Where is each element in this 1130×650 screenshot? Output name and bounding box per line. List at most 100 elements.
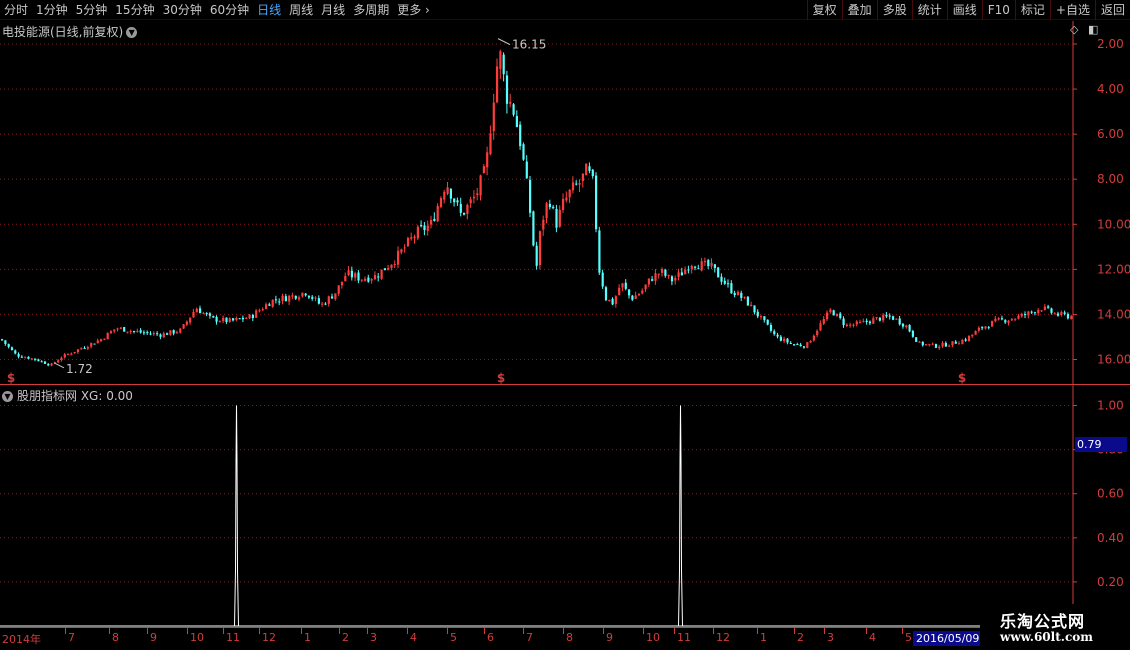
candle-body [987,327,990,329]
candle-body [618,287,621,296]
chevron-down-icon[interactable]: ▼ [2,391,13,402]
candle-body [717,267,720,278]
candle-body [360,279,363,281]
tool-button-5[interactable]: F10 [981,0,1015,20]
chevron-down-icon[interactable]: ▼ [126,27,138,38]
candle-body [123,327,126,332]
candle-body [568,189,571,198]
candle-body [76,349,80,353]
tool-button-3[interactable]: 统计 [911,0,947,20]
tool-button-8[interactable]: 返回 [1094,0,1130,20]
period-tab-5[interactable]: 60分钟 [206,0,253,20]
buy-signal-marker: $ [958,371,966,385]
candle-body [1007,320,1010,323]
candle-body [255,310,258,318]
candle-body [96,340,99,344]
date-tick-mark [603,628,604,634]
buy-signal-marker: $ [497,371,505,385]
candle-body [57,360,60,363]
candle-body [948,345,951,347]
candle-body [835,313,839,317]
date-tick-label: 10 [190,631,204,644]
period-tab-3[interactable]: 15分钟 [111,0,158,20]
candle-body [522,144,525,160]
candle-body [449,188,452,199]
candle-body [562,198,565,210]
candle-body [20,356,23,358]
candle-body [611,298,614,305]
more-menu-button[interactable]: 更多 › [393,0,434,20]
tool-button-2[interactable]: 多股 [876,0,912,20]
period-tab-2[interactable]: 5分钟 [72,0,112,20]
candle-body [436,205,439,222]
candle-body [496,66,499,103]
candle-body [997,318,1000,320]
date-tick-label: 8 [566,631,573,644]
candle-body [545,203,548,219]
candle-body [954,341,957,344]
date-tick-mark [674,628,675,634]
period-tabs: 分时 1分钟 5分钟 15分钟 30分钟 60分钟 日线 周线 月线 多周期 更多 › [0,0,434,20]
candle-body [697,268,700,270]
candle-body [872,318,875,324]
tool-button-1[interactable]: 叠加 [841,0,877,20]
candle-body [614,296,617,304]
indicator-spike [678,405,683,627]
candle-body [403,247,406,249]
candle-body [284,296,287,302]
price-tick-label: 8.00 [1097,172,1124,186]
candle-body [934,343,938,348]
candle-body [133,331,136,333]
date-tick-mark [65,628,66,634]
panel-toggle-icon[interactable]: ◧ [1088,23,1098,36]
candle-body [575,183,578,185]
candle-body [169,330,172,335]
candle-body [334,293,337,300]
candle-body [925,344,928,346]
period-tab-6[interactable]: 日线 [253,0,285,20]
candle-body [17,354,20,357]
date-tick-label: 3 [827,631,834,644]
period-tab-8[interactable]: 月线 [317,0,349,20]
date-tick-label: 5 [905,631,912,644]
candle-body [251,314,254,319]
date-tick-label: 3 [370,631,377,644]
tool-button-7[interactable]: +自选 [1049,0,1095,20]
period-tab-9[interactable]: 多周期 [349,0,393,20]
candle-body [601,272,604,287]
candle-body [901,323,905,327]
candle-body [608,299,611,301]
date-tick-label: 12 [716,631,730,644]
candle-body [1063,312,1066,314]
period-tab-0[interactable]: 分时 [0,0,32,20]
candle-body [535,245,538,266]
candle-body [357,272,360,281]
candle-body [100,339,103,342]
candle-body [337,285,340,294]
diamond-icon[interactable]: ◇ [1070,23,1078,36]
indicator-axis: 1.000.800.600.400.20 [1073,399,1124,589]
candle-body [446,187,449,194]
chart-frame [0,21,1130,630]
tool-button-0[interactable]: 复权 [806,0,842,20]
candle-body [789,342,792,344]
candle-body [208,313,212,316]
candle-body [1014,318,1017,320]
candle-body [499,51,502,69]
date-tick-mark [563,628,564,634]
period-tab-4[interactable]: 30分钟 [159,0,206,20]
tool-button-6[interactable]: 标记 [1014,0,1050,20]
candle-body [400,249,403,253]
period-tab-1[interactable]: 1分钟 [32,0,72,20]
candle-body [918,341,921,343]
candle-body [459,203,462,213]
candle-body [350,270,353,278]
date-tick-label: 7 [526,631,533,644]
candle-body [515,116,518,128]
tool-button-4[interactable]: 画线 [946,0,982,20]
period-tab-7[interactable]: 周线 [285,0,317,20]
candle-body [60,357,63,361]
candle-body [466,204,469,214]
candle-body [195,308,198,313]
candle-body [225,317,228,322]
